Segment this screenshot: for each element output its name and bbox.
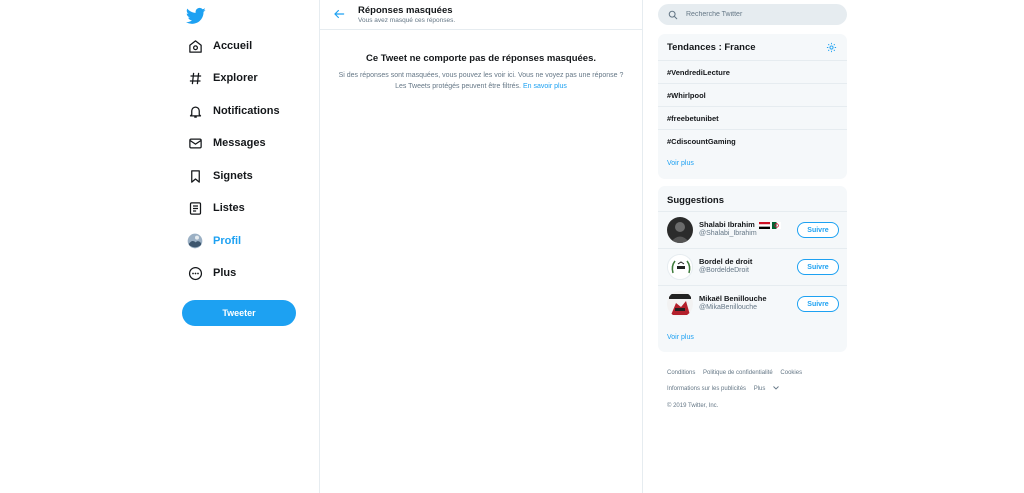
- left-navigation: Accueil Explorer Notifications Messages …: [176, 0, 320, 493]
- egypt-flag-icon: [758, 221, 770, 229]
- search-icon: [668, 10, 678, 19]
- hashtag-icon: [186, 69, 204, 87]
- avatar: [667, 291, 693, 317]
- trend-item[interactable]: #VendrediLecture: [658, 60, 847, 83]
- footer-copyright: © 2019 Twitter, Inc.: [667, 403, 724, 409]
- nav-item-label: Explorer: [213, 72, 258, 84]
- back-arrow-icon[interactable]: [332, 7, 346, 21]
- avatar: [667, 254, 693, 280]
- suggestion-handle: @MikaBenillouche: [699, 304, 758, 311]
- nav-item-label: Profil: [213, 235, 242, 247]
- avatar: [667, 217, 693, 243]
- trends-panel: Tendances : France #VendrediLecture #Whi…: [658, 34, 847, 179]
- footer-more-link[interactable]: Plus: [754, 386, 779, 392]
- follow-button[interactable]: Suivre: [797, 259, 839, 275]
- gear-icon[interactable]: [826, 42, 837, 53]
- nav-item-label: Plus: [213, 267, 237, 279]
- footer-links: Informations sur les publicités Plus: [667, 386, 785, 392]
- avatar-icon: [186, 232, 204, 250]
- suggestion-item[interactable]: Mikaël Benillouche @MikaBenillouche Suiv…: [658, 285, 847, 322]
- suggestion-handle: @Shalabi_Ibrahim: [699, 230, 757, 237]
- nav-item-accueil[interactable]: Accueil: [186, 32, 252, 60]
- footer-more-label: Plus: [753, 386, 766, 392]
- page-subtitle: Vous avez masqué ces réponses.: [358, 17, 456, 24]
- search-bar[interactable]: [658, 4, 847, 25]
- suggestion-name: Bordel de droit: [699, 257, 753, 266]
- suggestion-item[interactable]: Bordel de droit @BordeldeDroit Suivre: [658, 248, 847, 285]
- nav-item-listes[interactable]: Listes: [186, 194, 245, 222]
- empty-state-body: Si des réponses sont masquées, vous pouv…: [338, 72, 624, 90]
- page-header: Réponses masquées Vous avez masqué ces r…: [320, 0, 642, 30]
- trends-title: Tendances : France: [667, 42, 756, 53]
- main-column: Réponses masquées Vous avez masqué ces r…: [319, 0, 643, 493]
- nav-item-profil[interactable]: Profil: [186, 227, 241, 255]
- trends-see-more-link[interactable]: Voir plus: [667, 160, 694, 167]
- footer-link[interactable]: Informations sur les publicités: [667, 386, 746, 392]
- footer-link[interactable]: Politique de confidentialité: [703, 370, 773, 376]
- suggestions-panel: Suggestions Shalabi Ibrahim @Shalabi_Ibr…: [658, 186, 847, 352]
- bell-icon: [186, 102, 204, 120]
- suggestions-title: Suggestions: [667, 195, 725, 206]
- algeria-flag-icon: [772, 221, 782, 229]
- page-title: Réponses masquées: [358, 5, 453, 16]
- empty-state-title: Ce Tweet ne comporte pas de réponses mas…: [365, 53, 596, 64]
- bookmark-icon: [186, 167, 204, 185]
- suggestion-handle: @BordeldeDroit: [699, 267, 749, 274]
- more-icon: [186, 264, 204, 282]
- footer-links: Conditions Politique de confidentialité …: [667, 370, 808, 376]
- nav-item-label: Messages: [213, 137, 266, 149]
- nav-item-messages[interactable]: Messages: [186, 129, 266, 157]
- twitter-logo-icon[interactable]: [186, 6, 206, 26]
- nav-item-label: Notifications: [213, 105, 280, 117]
- learn-more-link[interactable]: En savoir plus: [523, 83, 567, 90]
- nav-item-label: Listes: [213, 202, 245, 214]
- home-icon: [186, 37, 204, 55]
- trend-item[interactable]: #Whirlpool: [658, 83, 847, 106]
- follow-button[interactable]: Suivre: [797, 296, 839, 312]
- footer-link[interactable]: Conditions: [667, 370, 695, 376]
- search-input[interactable]: [686, 11, 836, 18]
- nav-item-notifications[interactable]: Notifications: [186, 97, 280, 125]
- suggestion-item[interactable]: Shalabi Ibrahim @Shalabi_Ibrahim Suivre: [658, 211, 847, 248]
- nav-item-plus[interactable]: Plus: [186, 259, 236, 287]
- follow-button[interactable]: Suivre: [797, 222, 839, 238]
- trend-item[interactable]: #CdiscountGaming: [658, 129, 847, 152]
- nav-item-explorer[interactable]: Explorer: [186, 64, 258, 92]
- suggestion-name: Shalabi Ibrahim: [699, 220, 755, 229]
- copyright-text: © 2019 Twitter, Inc.: [667, 403, 719, 409]
- nav-item-label: Accueil: [213, 40, 253, 52]
- envelope-icon: [186, 134, 204, 152]
- empty-state-text: Si des réponses sont masquées, vous pouv…: [338, 70, 624, 92]
- tweet-button[interactable]: Tweeter: [182, 300, 296, 326]
- chevron-down-icon: [773, 386, 779, 391]
- suggestions-see-more-link[interactable]: Voir plus: [667, 334, 694, 341]
- nav-item-signets[interactable]: Signets: [186, 162, 253, 190]
- list-icon: [186, 199, 204, 217]
- footer-link[interactable]: Cookies: [780, 370, 802, 376]
- trend-item[interactable]: #freebetunibet: [658, 106, 847, 129]
- nav-item-label: Signets: [213, 170, 253, 182]
- suggestion-name: Mikaël Benillouche: [699, 294, 767, 303]
